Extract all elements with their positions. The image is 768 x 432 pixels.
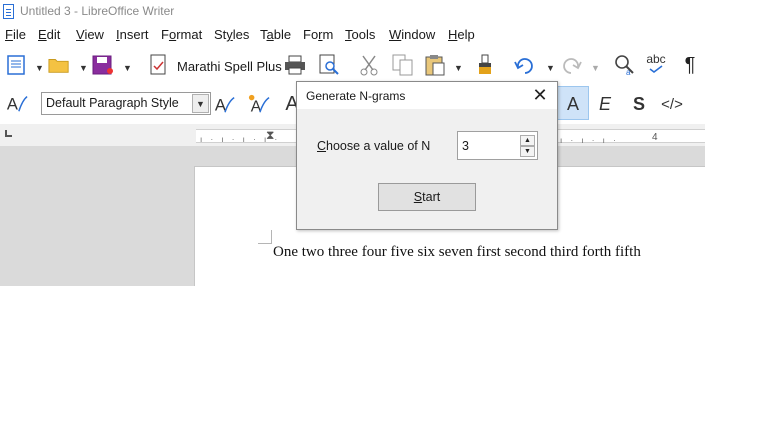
dialog-title-bar[interactable]: Generate N-grams ✕ (297, 82, 557, 109)
spelling-abc-label: abc (646, 52, 666, 66)
menu-table[interactable]: Table (260, 27, 291, 42)
menu-window[interactable]: Window (389, 27, 435, 42)
spin-down-icon[interactable]: ▼ (520, 146, 535, 157)
print-preview-icon[interactable] (318, 54, 340, 76)
undo-dropdown-arrow-icon[interactable]: ▼ (546, 64, 555, 73)
document-body-text[interactable]: One two three four five six seven first … (273, 244, 641, 261)
svg-text:A: A (215, 96, 226, 114)
paragraph-style-value[interactable]: Default Paragraph Style (46, 96, 179, 110)
marathi-spell-plus-label[interactable]: Marathi Spell Plus (177, 59, 282, 74)
generate-ngrams-dialog: Generate N-grams ✕ Choose a value of N 3… (296, 81, 558, 230)
menu-bar: File Edit View Insert Format Styles Tabl… (0, 24, 705, 46)
redo-icon[interactable] (560, 54, 582, 76)
svg-text:a: a (626, 68, 631, 76)
text-boundary-corner (258, 230, 272, 244)
menu-insert[interactable]: Insert (116, 27, 149, 42)
paste-dropdown-arrow-icon[interactable]: ▼ (454, 64, 463, 73)
save-icon[interactable] (92, 54, 114, 76)
char-style-strong-button[interactable]: S (628, 93, 650, 115)
menu-format[interactable]: Format (161, 27, 202, 42)
dialog-title: Generate N-grams (306, 89, 406, 103)
title-bar: Untitled 3 - LibreOffice Writer (0, 0, 705, 24)
menu-file[interactable]: File (5, 27, 26, 42)
undo-icon[interactable] (514, 54, 536, 76)
close-icon[interactable]: ✕ (529, 85, 551, 105)
new-style-icon[interactable]: A (248, 93, 270, 115)
marathi-spell-icon[interactable] (147, 54, 169, 76)
libreoffice-writer-window: Untitled 3 - LibreOffice Writer File Edi… (0, 0, 705, 286)
indent-marker-icon[interactable]: ⧗ (266, 128, 274, 143)
chevron-down-icon[interactable]: ▼ (192, 94, 209, 113)
writer-document-icon (3, 4, 14, 19)
window-title: Untitled 3 - LibreOffice Writer (20, 4, 175, 18)
ruler-number: 4 (652, 132, 658, 143)
menu-edit[interactable]: Edit (38, 27, 60, 42)
save-dropdown-arrow-icon[interactable]: ▼ (123, 64, 132, 73)
formatting-marks-icon[interactable]: ¶ (679, 54, 701, 76)
char-style-a-button[interactable]: A (562, 93, 584, 115)
open-folder-icon[interactable] (48, 54, 70, 76)
new-document-icon[interactable] (5, 54, 27, 76)
start-button[interactable]: Start (378, 183, 476, 211)
standard-toolbar: ▼ ▼ ▼ Marathi Spell Plus ▼ ▼ ▼ a abc ¶ (0, 46, 705, 86)
new-dropdown-arrow-icon[interactable]: ▼ (35, 64, 44, 73)
copy-icon[interactable] (392, 54, 414, 76)
menu-form[interactable]: Form (303, 27, 333, 42)
styles-sidebar-icon[interactable]: A (6, 92, 28, 114)
char-style-source-text-button[interactable]: </> (658, 93, 686, 115)
menu-view[interactable]: View (76, 27, 104, 42)
svg-text:A: A (7, 95, 18, 113)
update-style-icon[interactable]: A (214, 93, 236, 115)
svg-text:A: A (251, 98, 262, 115)
spelling-icon[interactable]: abc (645, 52, 667, 74)
open-dropdown-arrow-icon[interactable]: ▼ (79, 64, 88, 73)
redo-dropdown-arrow-icon[interactable]: ▼ (591, 64, 600, 73)
tab-stop-selector-icon[interactable] (5, 130, 12, 137)
char-style-emphasis-button[interactable]: E (594, 93, 616, 115)
menu-styles[interactable]: Styles (214, 27, 249, 42)
menu-help[interactable]: Help (448, 27, 475, 42)
n-value-spinbox[interactable]: 3 ▲ ▼ (457, 131, 538, 160)
cut-icon[interactable] (358, 54, 380, 76)
spin-up-icon[interactable]: ▲ (520, 135, 535, 146)
paragraph-style-combo[interactable]: Default Paragraph Style ▼ (41, 92, 211, 115)
n-value-label: Choose a value of N (317, 139, 431, 153)
n-value-field[interactable]: 3 (462, 139, 469, 153)
print-icon[interactable] (284, 54, 306, 76)
find-replace-icon[interactable]: a (614, 54, 636, 76)
clone-formatting-icon[interactable] (476, 54, 498, 76)
paste-icon[interactable] (424, 54, 446, 76)
menu-tools[interactable]: Tools (345, 27, 375, 42)
